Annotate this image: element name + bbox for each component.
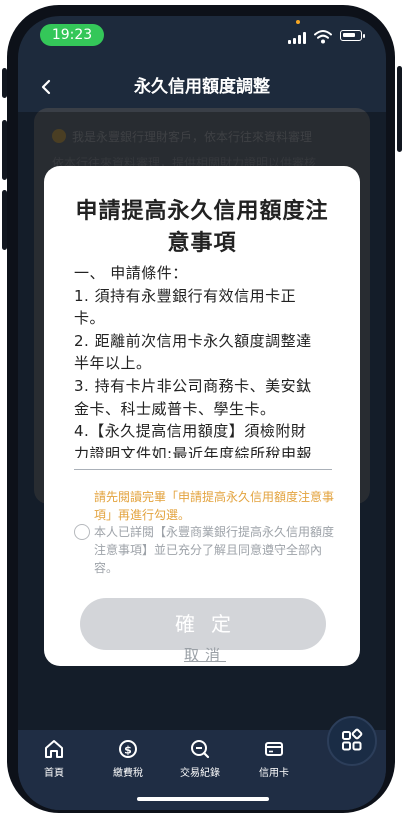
app-screen: 19:23 永久信用額度調整 我是永豐銀行理財客戶，依本行往來資料審理 依本行往… [18,16,386,810]
side-button-volume-down [2,190,7,250]
terms-line: 1. 須持有永豐銀行有效信用卡正 [74,286,297,305]
tab-home-label: 首頁 [44,768,64,779]
terms-line: 4.【永久提高信用額度】須檢附財 [74,422,307,441]
terms-line: 卡。 [74,309,106,328]
nav-bar: 永久信用額度調整 [18,62,386,112]
dialog-title: 申請提高永久信用額度注 意事項 [64,196,340,260]
side-button-silent [2,68,7,98]
home-indicator[interactable] [137,797,269,801]
grid-menu-icon [342,728,363,751]
battery-tip [363,34,365,38]
read-first-warning: 請先閱讀完畢「申請提高永久信用額度注意事項」再進行勾選。 [94,490,335,522]
back-chevron-icon[interactable] [40,72,64,102]
tab-payments[interactable]: $ 繳費稅 [92,736,164,792]
cancel-link[interactable]: 取消 [172,644,232,665]
terms-line: 一、 申請條件： [74,264,188,282]
home-icon [18,736,90,762]
svg-text:$: $ [124,744,132,757]
terms-line: 3. 持有卡片非公司商務卡、美安鈦 [74,376,312,395]
battery-icon [340,30,362,41]
privacy-indicator-dot [296,20,300,24]
tab-credit-card[interactable]: 信用卡 [238,736,310,792]
side-button-volume-up [2,120,7,180]
terms-scroll-area[interactable]: 一、 申請條件： 1. 須持有永豐銀行有效信用卡正 卡。 2. 距離前次信用卡永… [74,262,332,458]
dollar-circle-icon: $ [92,736,164,762]
status-time: 19:23 [40,24,104,46]
terms-line: 2. 距離前次信用卡永久額度調整達 [74,331,312,350]
wifi-icon [314,30,332,44]
tab-transactions-label: 交易紀錄 [180,768,220,779]
dialog-title-line-1: 申請提高永久信用額度注 [75,199,329,224]
terms-divider [74,469,332,470]
status-bar: 19:23 [18,16,386,62]
credit-card-icon [238,736,310,762]
menu-fab-button[interactable] [327,716,377,766]
agree-label[interactable]: 本人已詳閱【永豐商業銀行提高永久信用額度注意事項】並已充分了解且同意遵守全部內容… [94,523,334,577]
confirm-button[interactable]: 確定 [80,598,326,650]
tab-credit-card-label: 信用卡 [259,768,289,779]
terms-line: 力證明文件如:最近年度綜所稅申報 [74,444,313,458]
page-title: 永久信用額度調整 [134,77,270,97]
tab-home[interactable]: 首頁 [18,736,90,792]
side-button-power [397,66,402,152]
agree-radio[interactable] [74,524,90,540]
terms-line: 半年以上。 [74,354,152,373]
tab-transactions[interactable]: 交易紀錄 [164,736,236,792]
terms-line: 金卡、科士威普卡、學生卡。 [74,399,276,418]
signal-icon [288,32,310,44]
search-icon [164,736,236,762]
dialog-title-line-2: 意事項 [167,231,237,256]
tab-payments-label: 繳費稅 [113,768,143,779]
terms-dialog: 申請提高永久信用額度注 意事項 一、 申請條件： 1. 須持有永豐銀行有效信用卡… [44,166,360,666]
